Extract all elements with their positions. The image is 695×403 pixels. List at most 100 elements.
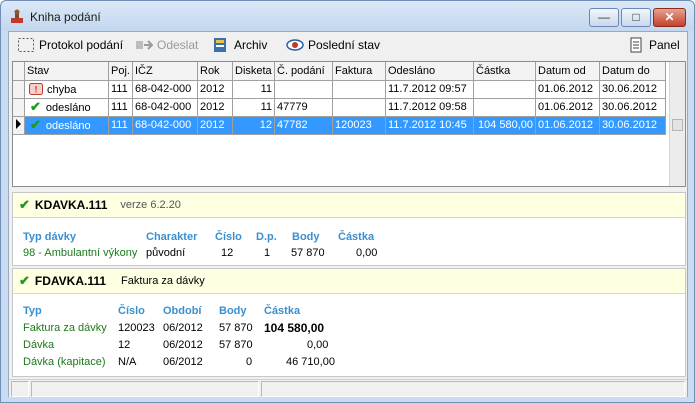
kdavka-body: 57 870 [291, 247, 325, 259]
fdavka-subtitle: Faktura za dávky [121, 275, 205, 287]
cell-datum-od: 01.06.2012 [535, 80, 600, 99]
send-icon [135, 36, 153, 54]
cell-rok: 2012 [197, 116, 233, 135]
cell-faktura: 120023 [332, 116, 386, 135]
row-pointer-icon [13, 116, 25, 135]
protokol-button[interactable]: Protokol podání [17, 35, 123, 55]
fdavka-table: Typ Číslo Období Body Částka Faktura za … [13, 295, 685, 375]
column-header-poj[interactable]: Poj. [108, 62, 133, 81]
fdavka-row0-typ-link[interactable]: Faktura za dávky [23, 322, 107, 334]
cell-odeslano: 11.7.2012 09:58 [385, 98, 474, 117]
fdavka-row1-obdobi: 06/2012 [163, 339, 203, 351]
table-row-selected[interactable]: ✔ odesláno 111 68-042-000 2012 12 47782 1… [13, 116, 666, 135]
cell-castka [473, 80, 536, 99]
maximize-button[interactable]: □ [621, 8, 651, 27]
cell-odeslano: 11.7.2012 09:57 [385, 80, 474, 99]
row-indicator [13, 80, 25, 99]
cell-rok: 2012 [197, 98, 233, 117]
column-header-stav[interactable]: Stav [24, 62, 109, 81]
check-icon: ✔ [19, 273, 30, 288]
grid-vertical-scrollbar[interactable] [669, 62, 685, 186]
cell-icz: 68-042-000 [132, 98, 198, 117]
cell-disketa: 11 [232, 80, 275, 99]
submissions-grid[interactable]: Stav Poj. IČZ Rok Disketa Č. podání Fakt… [12, 61, 686, 187]
column-header-castka[interactable]: Částka [473, 62, 536, 81]
column-header-faktura[interactable]: Faktura [332, 62, 386, 81]
check-icon: ✔ [30, 99, 41, 114]
check-icon: ✔ [19, 197, 30, 212]
kdavka-col-typ: Typ dávky [23, 231, 76, 243]
column-header-datum-do[interactable]: Datum do [599, 62, 666, 81]
kdavka-col-body: Body [292, 231, 320, 243]
column-header-rok[interactable]: Rok [197, 62, 233, 81]
fdavka-name: FDAVKA.111 [34, 274, 107, 288]
window-title: Kniha podání [30, 10, 101, 24]
column-header-c-podani[interactable]: Č. podání [274, 62, 333, 81]
kdavka-cislo: 12 [221, 247, 234, 259]
table-row[interactable]: ! chyba 111 68-042-000 2012 11 11.7.2012 … [13, 80, 666, 99]
kdavka-panel: ✔ KDAVKA.111 verze 6.2.20 Typ dávky Char… [12, 192, 686, 266]
fdavka-panel: ✔ FDAVKA.111 Faktura za dávky Typ Číslo … [12, 268, 686, 377]
cell-disketa: 12 [232, 116, 275, 135]
fdavka-row1-typ-link[interactable]: Dávka [23, 339, 54, 351]
kdavka-col-charakter: Charakter [146, 231, 198, 243]
stav-text: odesláno [45, 120, 91, 132]
stav-text: chyba [47, 83, 77, 96]
row-indicator [13, 98, 25, 117]
cell-castka: 104 580,00 [473, 116, 536, 135]
status-bar [9, 379, 687, 397]
table-row[interactable]: ✔ odesláno 111 68-042-000 2012 11 47779 1… [13, 98, 666, 117]
client-area: Protokol podání Odeslat Archiv Poslední … [8, 31, 688, 397]
panel-button[interactable]: Panel [627, 35, 680, 55]
kdavka-col-cislo: Číslo [215, 231, 242, 243]
protokol-label: Protokol podání [39, 38, 124, 52]
fdavka-row2-obdobi: 06/2012 [163, 356, 203, 368]
posledni-stav-button[interactable]: Poslední stav [286, 35, 380, 55]
cell-datum-do: 30.06.2012 [599, 98, 666, 117]
kdavka-col-castka: Částka [338, 231, 375, 243]
column-header-disketa[interactable]: Disketa [232, 62, 275, 81]
cell-c-podani: 47782 [274, 116, 333, 135]
archiv-button[interactable]: Archiv [212, 35, 267, 55]
indicator-header [13, 62, 25, 81]
fdavka-row0-cislo: 120023 [118, 322, 155, 334]
fdavka-row0-body: 57 870 [219, 322, 253, 334]
close-button[interactable]: ✕ [653, 8, 686, 27]
kdavka-dp: 1 [264, 247, 271, 259]
fdavka-col-obdobi: Období [163, 305, 202, 317]
toolbar: Protokol podání Odeslat Archiv Poslední … [9, 32, 687, 58]
column-header-icz[interactable]: IČZ [132, 62, 198, 81]
kdavka-typ-link[interactable]: 98 - Ambulantní výkony [23, 247, 137, 259]
fdavka-row0-obdobi: 06/2012 [163, 322, 203, 334]
stav-text: odesláno [45, 102, 91, 114]
fdavka-row2-typ-link[interactable]: Dávka (kapitace) [23, 356, 106, 368]
fdavka-row1-cislo: 12 [118, 339, 131, 351]
title-bar[interactable]: Kniha podání — □ ✕ [1, 1, 694, 31]
cell-stav: ✔ odesláno [24, 98, 109, 117]
fdavka-row1-castka: 0,00 [307, 339, 329, 351]
fdavka-col-typ: Typ [23, 305, 42, 317]
kdavka-header: ✔ KDAVKA.111 verze 6.2.20 [13, 193, 685, 218]
odeslat-button[interactable]: Odeslat [135, 35, 198, 55]
svg-text:!: ! [35, 84, 38, 94]
panel-icon [627, 36, 645, 54]
kdavka-table: Typ dávky Charakter Číslo D.p. Body Část… [13, 219, 685, 265]
kdavka-version: verze 6.2.20 [120, 199, 181, 211]
fdavka-row2-cislo: N/A [118, 356, 137, 368]
panel-label: Panel [649, 38, 680, 52]
fdavka-col-castka: Částka [264, 305, 301, 317]
cell-stav: ✔ odesláno [24, 116, 109, 135]
cell-castka [473, 98, 536, 117]
fdavka-col-cislo: Číslo [118, 305, 145, 317]
column-header-datum-od[interactable]: Datum od [535, 62, 600, 81]
fdavka-row2-body: 0 [246, 356, 253, 368]
kdavka-charakter: původní [146, 247, 186, 259]
cell-rok: 2012 [197, 80, 233, 99]
column-header-odeslano[interactable]: Odesláno [385, 62, 474, 81]
minimize-button[interactable]: — [589, 8, 619, 27]
cell-datum-od: 01.06.2012 [535, 116, 600, 135]
scrollbar-thumb[interactable] [672, 119, 683, 131]
posledni-stav-label: Poslední stav [308, 38, 381, 52]
stamp-icon [11, 9, 23, 23]
odeslat-label: Odeslat [157, 38, 199, 52]
